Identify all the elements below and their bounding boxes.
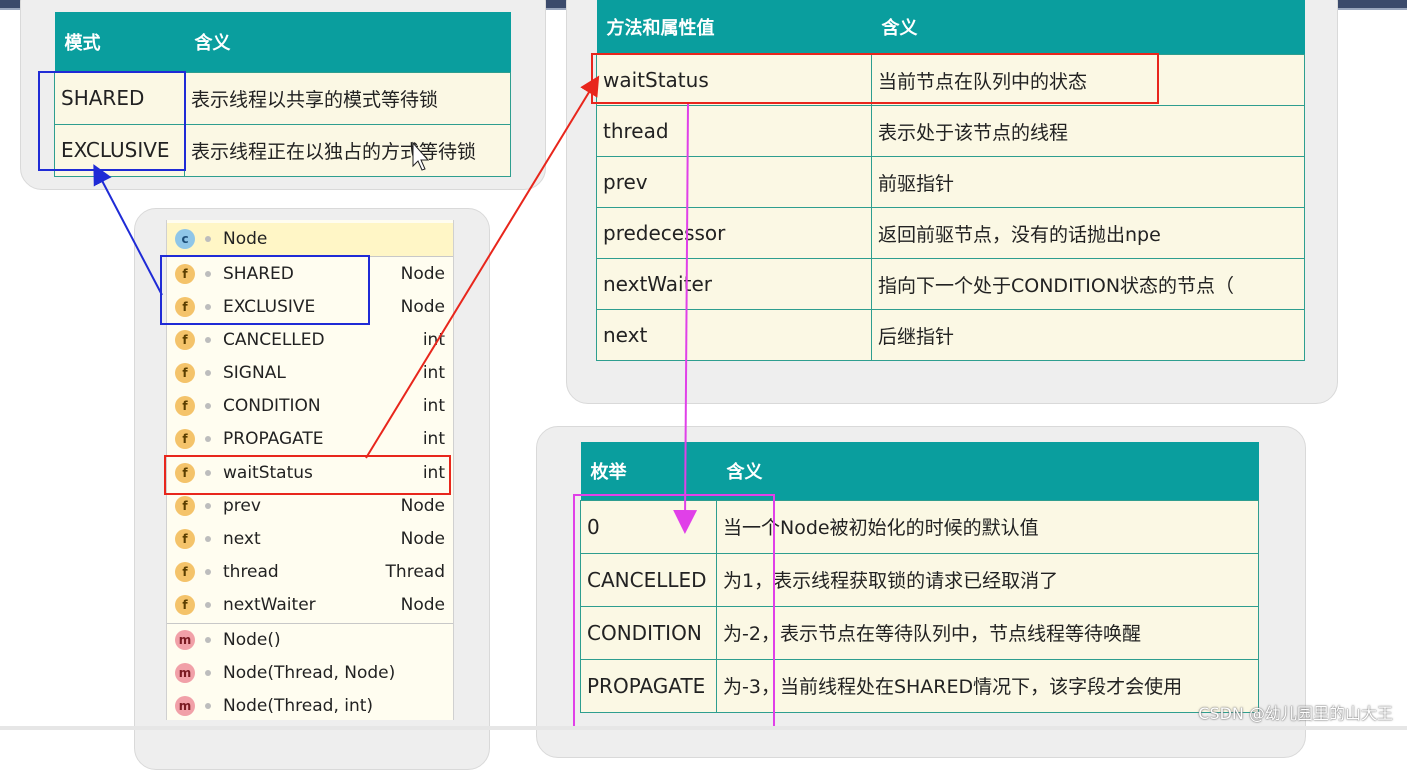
annotation-arrows: [93, 75, 698, 534]
mouse-cursor-icon: [412, 141, 430, 171]
magenta-arrow: [673, 103, 698, 534]
window-bottom-bar: [0, 726, 1407, 730]
red-arrow: [365, 75, 600, 459]
blue-arrow: [93, 164, 163, 296]
watermark: CSDN @幼儿园里的山大王: [1198, 704, 1393, 723]
